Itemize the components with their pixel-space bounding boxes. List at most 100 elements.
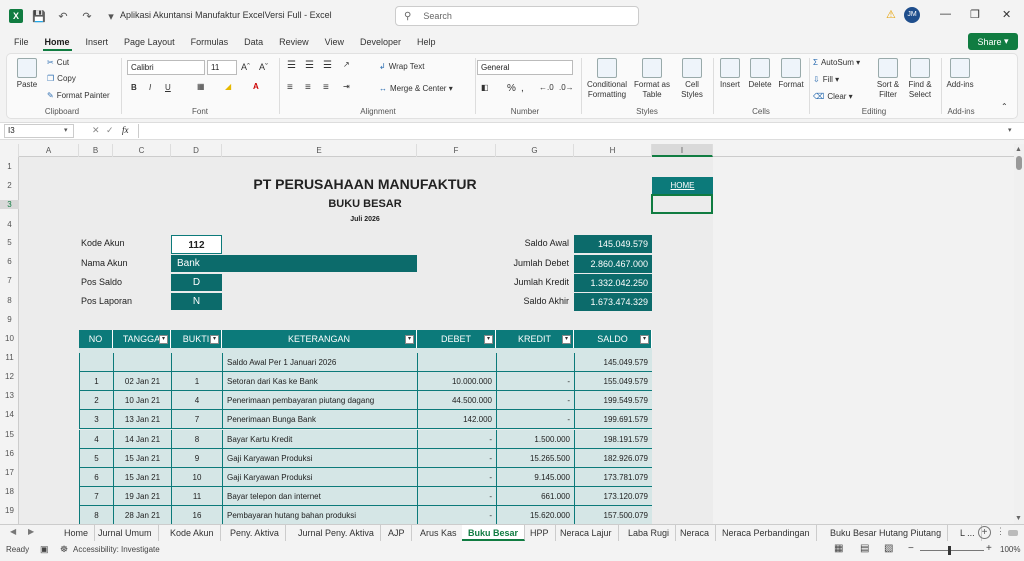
menu-tab-data[interactable]: Data (236, 32, 271, 52)
add-sheet-icon[interactable]: + (978, 526, 991, 539)
table-cell[interactable]: 11 (171, 487, 222, 507)
format-painter-button[interactable]: ✎ Format Painter (47, 91, 110, 100)
table-cell[interactable]: 182.926.079 (574, 448, 652, 468)
table-cell[interactable]: Saldo Awal Per 1 Januari 2026 (222, 353, 417, 372)
accessibility-status[interactable]: Accessibility: Investigate (73, 545, 160, 554)
table-row[interactable]: 6 15 Jan 21 10 Gaji Karyawan Produksi -9.145… (79, 468, 652, 487)
enter-icon[interactable]: ✓ (106, 125, 114, 136)
row-header-9[interactable]: 9 (0, 315, 19, 324)
vertical-scrollbar[interactable]: ▲ ▼ (1014, 144, 1024, 524)
zoom-level[interactable]: 100% (1000, 545, 1020, 554)
align-right-icon[interactable]: ≡ (323, 82, 329, 93)
sheet-tab-arus-kas[interactable]: Arus Kas (414, 525, 464, 541)
table-cell[interactable]: Bayar telepon dan internet (222, 487, 417, 507)
menu-tab-insert[interactable]: Insert (78, 32, 117, 52)
table-cell[interactable]: 9.145.000 (496, 468, 574, 487)
table-cell[interactable]: 44.500.000 (417, 391, 496, 411)
menu-tab-home[interactable]: Home (37, 32, 78, 52)
row-header-12[interactable]: 12 (0, 372, 19, 381)
scroll-down-icon[interactable]: ▼ (1015, 515, 1022, 522)
table-row[interactable]: 5 15 Jan 21 9 Gaji Karyawan Produksi -15.265… (79, 448, 652, 468)
table-cell[interactable]: Gaji Karyawan Produksi (222, 468, 417, 487)
redo-icon[interactable]: ↷ (79, 8, 95, 24)
zoom-in-icon[interactable]: + (986, 543, 992, 554)
row-header-16[interactable]: 16 (0, 449, 19, 458)
table-cell[interactable]: Penerimaan Bunga Bank (222, 410, 417, 430)
table-cell[interactable]: 198.191.579 (574, 429, 652, 449)
row-header-2[interactable]: 2 (0, 181, 19, 190)
table-row[interactable]: 3 13 Jan 21 7 Penerimaan Bunga Bank 142.000-… (79, 410, 652, 430)
row-header-18[interactable]: 18 (0, 487, 19, 496)
row-header-15[interactable]: 15 (0, 430, 19, 439)
menu-tab-formulas[interactable]: Formulas (183, 32, 237, 52)
row-header-3[interactable]: 3 (0, 200, 19, 209)
table-cell[interactable]: - (417, 487, 496, 507)
sort-filter-button[interactable]: Sort & Filter (873, 58, 903, 100)
table-cell[interactable] (417, 353, 496, 372)
select-all-corner[interactable] (0, 144, 19, 157)
sheet-tab-neraca-lajur[interactable]: Neraca Lajur (554, 525, 619, 541)
increase-font-icon[interactable]: Aˆ (241, 62, 250, 72)
accessibility-icon[interactable]: ☸ (60, 544, 68, 555)
menu-tab-view[interactable]: View (317, 32, 352, 52)
prev-sheet-icon[interactable]: ◀ (10, 527, 16, 536)
tab-scroll-menu-icon[interactable]: ⋮ (996, 526, 1005, 537)
font-color-icon[interactable]: A (253, 82, 259, 91)
cut-button[interactable]: ✂ Cut (47, 58, 69, 67)
table-cell[interactable]: 2 (79, 391, 113, 411)
table-cell[interactable]: 15 Jan 21 (113, 448, 171, 468)
table-cell[interactable]: 173.120.079 (574, 487, 652, 507)
sheet-tab-home[interactable]: Home (58, 525, 96, 541)
table-cell[interactable]: 10 Jan 21 (113, 391, 171, 411)
find-select-button[interactable]: Find & Select (905, 58, 935, 100)
align-left-icon[interactable]: ≡ (287, 82, 293, 93)
table-cell[interactable]: - (417, 448, 496, 468)
table-cell[interactable]: 19 Jan 21 (113, 487, 171, 507)
fill-color-icon[interactable]: ◢ (225, 82, 231, 91)
accounting-format-icon[interactable]: ◧ (481, 83, 489, 92)
table-cell[interactable]: 157.500.079 (574, 506, 652, 526)
page-break-view-icon[interactable]: ▧ (884, 543, 893, 554)
align-top-icon[interactable]: ☰ (287, 60, 296, 71)
number-format-select[interactable]: General (477, 60, 573, 75)
scroll-up-icon[interactable]: ▲ (1015, 146, 1022, 153)
normal-view-icon[interactable]: ▦ (834, 543, 843, 554)
table-row[interactable]: 7 19 Jan 21 11 Bayar telepon dan internet -6… (79, 487, 652, 507)
table-cell[interactable]: 14 Jan 21 (113, 429, 171, 449)
share-button[interactable]: Share ▾ (968, 33, 1018, 50)
paste-button[interactable]: Paste (13, 58, 41, 90)
table-cell[interactable]: 8 (171, 429, 222, 449)
table-cell[interactable]: - (496, 391, 574, 411)
filter-dropdown-icon[interactable]: ▾ (562, 335, 571, 344)
table-cell[interactable]: 173.781.079 (574, 468, 652, 487)
menu-tab-page-layout[interactable]: Page Layout (116, 32, 183, 52)
info-value[interactable]: Bank (171, 255, 417, 272)
column-header-b[interactable]: B (79, 144, 113, 157)
column-header-d[interactable]: D (171, 144, 222, 157)
table-cell[interactable]: 7 (79, 487, 113, 507)
merge-center-button[interactable]: ↔ Merge & Center ▾ (379, 84, 453, 93)
name-box-dropdown-icon[interactable]: ▾ (64, 126, 68, 134)
collapse-ribbon-icon[interactable]: ⌃ (1001, 102, 1008, 111)
customize-quick-access-icon[interactable]: ▾ (103, 8, 119, 24)
row-header-19[interactable]: 19 (0, 506, 19, 515)
format-as-table-button[interactable]: Format as Table (631, 58, 673, 100)
row-header-10[interactable]: 10 (0, 334, 19, 343)
row-header-1[interactable]: 1 (0, 162, 19, 171)
table-cell[interactable]: 02 Jan 21 (113, 372, 171, 391)
summary-value[interactable]: 2.860.467.000 (574, 255, 652, 273)
table-cell[interactable]: - (417, 468, 496, 487)
row-header-6[interactable]: 6 (0, 257, 19, 266)
row-header-8[interactable]: 8 (0, 296, 19, 305)
warning-icon[interactable]: ⚠ (886, 8, 896, 21)
table-cell[interactable]: - (496, 410, 574, 430)
column-header-e[interactable]: E (222, 144, 417, 157)
info-value[interactable]: D (171, 274, 222, 291)
table-cell[interactable]: - (496, 372, 574, 391)
table-cell[interactable]: 142.000 (417, 410, 496, 430)
table-cell[interactable]: Bayar Kartu Kredit (222, 429, 417, 449)
table-cell[interactable]: 15 Jan 21 (113, 468, 171, 487)
table-cell[interactable]: 15.620.000 (496, 506, 574, 526)
delete-cells-button[interactable]: Delete (745, 58, 775, 90)
clear-button[interactable]: ⌫ Clear ▾ (813, 92, 853, 101)
